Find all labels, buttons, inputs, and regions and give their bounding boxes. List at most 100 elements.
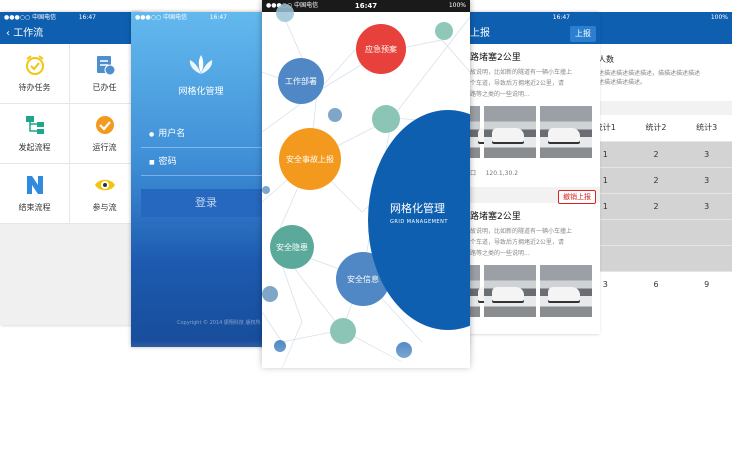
cancel-report-button[interactable]: 撤销上报 (558, 190, 596, 204)
end-flow-icon (26, 176, 43, 194)
photo-thumbnail[interactable] (540, 106, 592, 158)
grid-item-participate[interactable]: 参与流 (70, 164, 140, 224)
decor-bubble (262, 286, 278, 302)
photo-thumbnail[interactable] (484, 265, 536, 317)
bubble-accident-report[interactable]: 安全事故上报 (279, 128, 341, 190)
photo-thumbnail[interactable] (540, 265, 592, 317)
nav-bar: 上报 上报 (468, 24, 600, 44)
composite-showcase: 16:47 100% 人数 述描述描述描述描述，描描述描述描述 述描述描述描述。… (0, 0, 732, 460)
decor-bubble (372, 105, 400, 133)
status-bar: ●●●○○ 中国电信 16:47 (0, 12, 140, 24)
status-carrier: ●●●○○ 中国电信 (135, 14, 188, 21)
status-bar: ●●●○○ 中国电信 16:47 (131, 12, 271, 24)
page-title: 工作流 (13, 28, 44, 39)
nav-bar: ‹ 工作流 (0, 24, 140, 44)
divider: 撤销上报 (468, 187, 600, 204)
item-title: 路堵塞2公里 (470, 53, 521, 63)
divider (580, 101, 732, 115)
item-meta: 口 120.1,30.2 (470, 170, 519, 177)
login-screen: ●●●○○ 中国电信 16:47 网格化管理 ● 用户名 ■ 密码 登录 Copyr… (131, 12, 271, 347)
grid-item-done[interactable]: 已办任 (70, 44, 140, 104)
stats-desc-2: 述描述描述描述。 (598, 79, 647, 86)
table-cell: 3 (681, 192, 732, 219)
table-row-empty (580, 244, 732, 271)
column-header: 统计3 (681, 115, 732, 141)
stats-desc-1: 述描述描述描述描述，描描述描述描述 (598, 70, 701, 77)
table-cell: 9 (681, 270, 732, 297)
bubble-emergency-plan[interactable]: 应急预案 (356, 24, 406, 74)
page-title: 上报 (470, 28, 490, 39)
table-row: 1 2 3 (580, 192, 732, 219)
grid-item-start[interactable]: 发起流程 (0, 104, 70, 164)
status-time: 16:47 (552, 14, 570, 21)
brand-subtitle: GRID MANAGEMENT (390, 219, 448, 225)
stats-screen: 16:47 100% 人数 述描述描述描述描述，描描述描述描述 述描述描述描述。… (580, 12, 732, 330)
decor-bubble (435, 22, 453, 40)
workflow-grid: 待办任务 已办任 发起流程 运行流 结束流程 参与流 (0, 44, 140, 224)
bubble-work-deploy[interactable]: 工作部署 (278, 58, 324, 104)
status-time: 16:47 (209, 14, 227, 21)
back-icon[interactable]: ‹ (6, 28, 10, 39)
report-screen: 16:47 上报 上报 路堵塞2公里 故说明，比如新的隧道有一辆小车撞上 个车道… (468, 12, 600, 334)
lock-icon: ■ (149, 159, 155, 166)
list-item[interactable]: 路堵塞2公里 故说明，比如新的隧道有一辆小车撞上 个车道，导致后方拥堵近2公里，… (468, 203, 600, 317)
table-cell: 6 (630, 270, 682, 297)
password-field[interactable]: ■ 密码 (141, 148, 271, 176)
stats-table: 统计1 统计2 统计3 1 2 3 1 2 3 1 2 3 3 6 9 (580, 115, 732, 297)
table-row-empty (580, 218, 732, 245)
item-desc: 故说明，比如新的隧道有一辆小车撞上 (470, 228, 573, 235)
table-cell: 2 (630, 166, 682, 193)
table-row: 1 2 3 (580, 140, 732, 167)
status-carrier: ●●●○○ 中国电信 (4, 14, 57, 21)
eye-icon (94, 179, 115, 191)
status-bar: 16:47 100% (580, 12, 732, 24)
grid-item-finished[interactable]: 结束流程 (0, 164, 70, 224)
table-row: 1 2 3 (580, 166, 732, 193)
stats-title: 人数 (598, 55, 614, 64)
login-button[interactable]: 登录 (141, 189, 271, 217)
decor-bubble (328, 108, 342, 122)
flowchart-icon (25, 116, 44, 134)
decor-bubble (276, 4, 294, 22)
column-header: 统计2 (630, 115, 682, 141)
alarm-clock-icon (25, 55, 44, 75)
table-cell: 3 (681, 166, 732, 193)
report-submit-button[interactable]: 上报 (570, 26, 596, 42)
table-header: 统计1 统计2 统计3 (580, 115, 732, 141)
status-bar: 16:47 (468, 12, 600, 24)
brand-title: 网格化管理 (390, 202, 445, 215)
logo-icon (189, 55, 213, 74)
user-icon: ● (149, 131, 155, 138)
item-desc: 个车道，导致后方拥堵近2公里，请 (470, 239, 564, 246)
table-cell: 3 (681, 140, 732, 167)
table-cell: 2 (630, 140, 682, 167)
photo-row (470, 265, 600, 317)
photo-thumbnail[interactable] (484, 106, 536, 158)
item-desc: 故说明，比如新的隧道有一辆小车撞上 (470, 69, 573, 76)
status-time: 16:47 (78, 14, 96, 21)
item-desc: 路等之类的一些说明... (470, 250, 530, 257)
photo-row (470, 106, 600, 158)
photo-thumbnail[interactable] (470, 265, 510, 317)
workflow-screen: ●●●○○ 中国电信 16:47 ‹ 工作流 待办任务 已办任 发起流程 运行流 (0, 12, 140, 325)
brand-title: 网格化管理 (178, 87, 224, 97)
document-check-icon (96, 56, 115, 76)
item-desc: 路等之类的一些说明... (470, 91, 530, 98)
username-field[interactable]: ● 用户名 (141, 120, 271, 148)
table-row-total: 3 6 9 (580, 270, 732, 297)
table-cell: 2 (630, 192, 682, 219)
home-screen: ●●●○○ 中国电信 16:47 100% 应急预案 工作部署 安全事故上报 安… (262, 0, 470, 368)
item-desc: 个车道，导致后方拥堵近2公里，请 (470, 80, 564, 87)
check-circle-icon (95, 116, 114, 134)
status-battery: 100% (710, 14, 728, 21)
photo-thumbnail[interactable] (470, 106, 510, 158)
nav-bar (580, 24, 732, 44)
copyright-text: Copyright © 2014 振翔科技 版权所 (177, 320, 261, 326)
bubble-hazard[interactable]: 安全隐患 (270, 225, 314, 269)
decor-bubble (262, 186, 270, 194)
item-title: 路堵塞2公里 (470, 212, 521, 222)
list-item[interactable]: 路堵塞2公里 故说明，比如新的隧道有一辆小车撞上 个车道，导致后方拥堵近2公里，… (468, 44, 600, 177)
grid-item-todo[interactable]: 待办任务 (0, 44, 70, 104)
grid-item-running[interactable]: 运行流 (70, 104, 140, 164)
reflection-fade (0, 340, 732, 460)
